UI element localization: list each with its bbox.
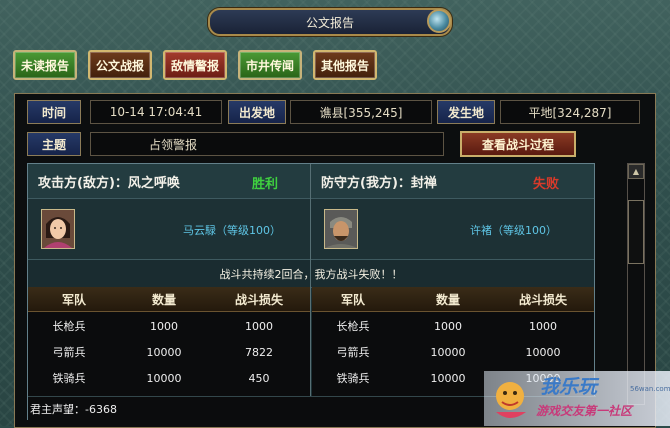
table-cell: 10000 <box>430 345 466 359</box>
defender-table-header: 军队 数量 战斗损失 <box>312 287 594 312</box>
table-cell: 长枪兵 <box>336 320 370 333</box>
report-scrollbar[interactable]: ▲ <box>627 163 645 405</box>
table-cell: 450 <box>248 371 270 385</box>
col-troop: 军队 <box>61 292 86 307</box>
table-cell: 1000 <box>529 319 557 333</box>
attacker-title: 攻击方(敌方)：风之呼唤 <box>38 175 180 191</box>
title-ornament-right <box>427 9 451 33</box>
defender-general-portrait[interactable] <box>324 209 358 249</box>
subject-text: 占领警报 <box>149 137 198 152</box>
subject-value: 占领警报 <box>90 132 444 156</box>
target-value: 平地[324,287] <box>500 100 640 124</box>
mascot-logo-icon <box>496 382 526 418</box>
table-cell: 10000 <box>525 345 561 359</box>
view-battle-button[interactable]: 查看战斗过程 <box>460 131 576 157</box>
scroll-thumb[interactable] <box>628 200 644 264</box>
tab-other-reports[interactable]: 其他报告 <box>313 50 377 80</box>
male-general-icon <box>325 210 357 248</box>
subject-label: 主题 <box>27 132 81 156</box>
table-cell: 1000 <box>245 319 273 333</box>
table-cell: 弓箭兵 <box>336 346 370 359</box>
table-cell: 弓箭兵 <box>52 346 86 359</box>
female-general-icon <box>42 210 74 248</box>
attacker-general-portrait[interactable] <box>41 209 75 249</box>
time-label: 时间 <box>27 100 81 124</box>
table-cell: 10000 <box>146 345 182 359</box>
battle-summary-text: 战斗共持续2回合，我方战斗失败！！ <box>219 267 403 281</box>
battle-summary: 战斗共持续2回合，我方战斗失败！！ <box>28 259 594 288</box>
lord-prestige-text: 君主声望：-6368 <box>30 402 117 416</box>
watermark-title: 我乐玩 <box>540 376 598 398</box>
table-cell: 10000 <box>146 371 182 385</box>
col-losses: 战斗损失 <box>234 292 283 307</box>
attacker-table-header: 军队 数量 战斗损失 <box>28 287 310 312</box>
tab-market-rumors[interactable]: 市井传闻 <box>238 50 302 80</box>
origin-value: 谯县[355,245] <box>290 100 432 124</box>
scroll-up-button[interactable]: ▲ <box>628 164 644 179</box>
window-title: 公文报告 <box>208 8 452 36</box>
window-title-text: 公文报告 <box>305 15 354 30</box>
attacker-general-name[interactable]: 马云騄（等级100） <box>183 222 281 238</box>
table-cell: 10000 <box>430 371 466 385</box>
tab-enemy-alerts[interactable]: 敌情警报 <box>163 50 227 80</box>
time-value: 10-14 17:04:41 <box>90 100 222 124</box>
defender-title: 防守方(我方)：封禅 <box>321 175 437 191</box>
table-cell: 长枪兵 <box>52 320 86 333</box>
tab-battle-reports[interactable]: 公文战报 <box>88 50 152 80</box>
column-divider <box>310 164 311 396</box>
tab-unread-reports[interactable]: 未读报告 <box>13 50 77 80</box>
table-cell: 7822 <box>245 345 273 359</box>
table-cell: 1000 <box>434 319 462 333</box>
watermark-tagline: 游戏交友第一社区 <box>536 404 633 418</box>
defender-result: 失败 <box>533 177 560 192</box>
attacker-result: 胜利 <box>252 177 279 192</box>
watermark-url: 56wan.com <box>630 385 670 393</box>
triangle-up-icon: ▲ <box>632 167 640 176</box>
col-troop: 军队 <box>340 292 365 307</box>
table-cell: 1000 <box>150 319 178 333</box>
target-label: 发生地 <box>437 100 495 124</box>
col-quantity: 数量 <box>151 292 176 307</box>
origin-label: 出发地 <box>228 100 286 124</box>
table-cell: 铁骑兵 <box>52 372 86 385</box>
col-quantity: 数量 <box>435 292 460 307</box>
attacker-table-body: 长枪兵 1000 1000 弓箭兵 10000 7822 铁骑兵 10000 4… <box>28 312 310 396</box>
table-cell: 铁骑兵 <box>336 372 370 385</box>
defender-general-name[interactable]: 许褚（等级100） <box>470 222 557 238</box>
col-losses: 战斗损失 <box>518 292 567 307</box>
